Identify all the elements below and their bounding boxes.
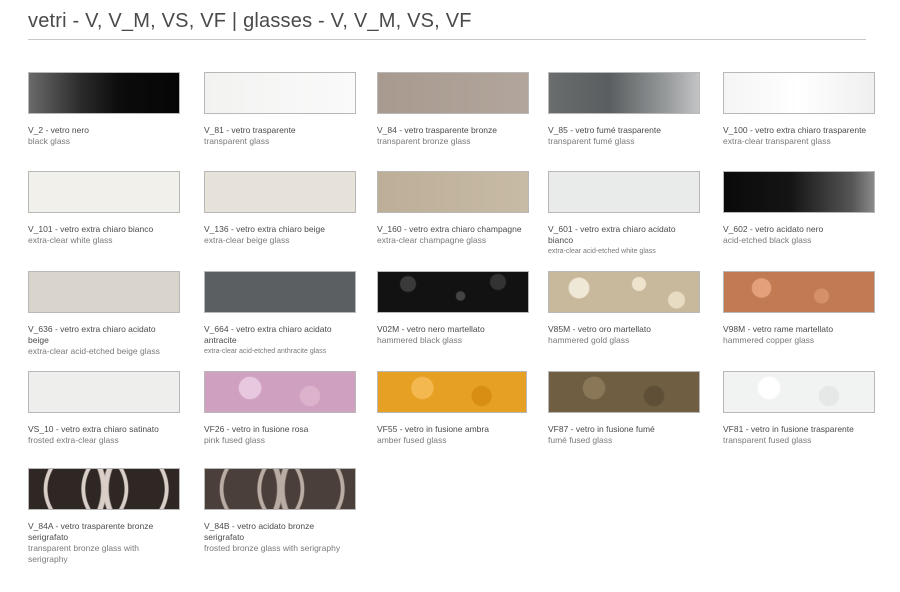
swatch-card: VF81 - vetro in fusione trasparente trans… [723, 371, 883, 446]
swatch-card: VF26 - vetro in fusione rosa pink fused g… [204, 371, 364, 446]
swatch-code-label: V_84 - vetro trasparente bronze [377, 125, 498, 135]
swatch-card: V_602 - vetro acidato nero acid-etched bl… [723, 171, 883, 246]
swatch-card: V_664 - vetro extra chiaro acidato antra… [204, 271, 364, 357]
swatch-grid: V_2 - vetro nero black glass V_81 - vetro … [0, 0, 900, 592]
swatch-code-label: V_136 - vetro extra chiaro beige [204, 224, 325, 234]
swatch-code-label: V_601 - vetro extra chiaro acidato bianc… [548, 224, 676, 245]
swatch-english-label: black glass [28, 136, 71, 146]
glass-swatch [377, 171, 529, 213]
swatch-code-label: V98M - vetro rame martellato [723, 324, 834, 334]
swatch-code-label: VF26 - vetro in fusione rosa [204, 424, 309, 434]
swatch-card: VS_10 - vetro extra chiaro satinato frost… [28, 371, 188, 446]
glass-swatch [204, 371, 356, 413]
glass-swatch [28, 468, 180, 510]
glass-swatch [28, 171, 180, 213]
swatch-english-label: extra-clear acid-etched beige glass [28, 346, 160, 356]
glass-swatch [548, 72, 700, 114]
glass-swatch [204, 171, 356, 213]
swatch-code-label: V_100 - vetro extra chiaro trasparente [723, 125, 867, 135]
swatch-english-label: transparent bronze glass [377, 136, 471, 146]
glass-swatch [723, 371, 875, 413]
swatch-card: V02M - vetro nero martellato hammered bla… [377, 271, 537, 346]
swatch-code-label: V_602 - vetro acidato nero [723, 224, 824, 234]
swatch-code-label: V_2 - vetro nero [28, 125, 89, 135]
swatch-english-label: transparent bronze glass with serigraphy [28, 543, 140, 564]
swatch-english-label: fumé fused glass [548, 435, 613, 445]
glass-swatch [723, 72, 875, 114]
swatch-card: V85M - vetro oro martellato hammered gold… [548, 271, 708, 346]
swatch-english-label: transparent glass [204, 136, 270, 146]
swatch-card: V_85 - vetro fumé trasparente transparent… [548, 72, 708, 147]
swatch-card: V_81 - vetro trasparente transparent glas… [204, 72, 364, 147]
glass-swatch [723, 171, 875, 213]
swatch-english-label: extra-clear transparent glass [723, 136, 831, 146]
swatch-code-label: VF87 - vetro in fusione fumé [548, 424, 655, 434]
swatch-card: V_2 - vetro nero black glass [28, 72, 188, 147]
swatch-english-label: extra-clear white glass [28, 235, 113, 245]
swatch-code-label: VS_10 - vetro extra chiaro satinato [28, 424, 159, 434]
swatch-card: VF55 - vetro in fusione ambra amber fused… [377, 371, 537, 446]
glass-swatch [28, 72, 180, 114]
glass-swatch [28, 371, 180, 413]
glass-swatch [204, 72, 356, 114]
swatch-card: V98M - vetro rame martellato hammered cop… [723, 271, 883, 346]
swatch-card: V_601 - vetro extra chiaro acidato bianc… [548, 171, 708, 257]
swatch-card: V_84 - vetro trasparente bronze transpare… [377, 72, 537, 147]
swatch-english-label: extra-clear champagne glass [377, 235, 487, 245]
swatch-english-label: hammered black glass [377, 335, 463, 345]
swatch-code-label: V_101 - vetro extra chiaro bianco [28, 224, 154, 234]
swatch-code-label: V_84A - vetro trasparente bronze serigra… [28, 521, 154, 542]
swatch-card: V_160 - vetro extra chiaro champagne extr… [377, 171, 537, 246]
swatch-card: VF87 - vetro in fusione fumé fumé fused g… [548, 371, 708, 446]
swatch-english-label: amber fused glass [377, 435, 447, 445]
glass-swatch [204, 468, 356, 510]
swatch-code-label: V_85 - vetro fumé trasparente [548, 125, 661, 135]
swatch-english-label: frosted extra-clear glass [28, 435, 119, 445]
swatch-english-label: hammered copper glass [723, 335, 815, 345]
swatch-card: V_136 - vetro extra chiaro beige extra-cl… [204, 171, 364, 246]
swatch-english-label: frosted bronze glass with serigraphy [204, 543, 341, 553]
swatch-english-label: extra-clear beige glass [204, 235, 290, 245]
swatch-english-label: hammered gold glass [548, 335, 630, 345]
glass-swatch [28, 271, 180, 313]
glass-swatch [548, 371, 700, 413]
swatch-code-label: V02M - vetro nero martellato [377, 324, 485, 334]
swatch-english-label: acid-etched black glass [723, 235, 812, 245]
swatch-code-label: V_160 - vetro extra chiaro champagne [377, 224, 522, 234]
swatch-english-label: transparent fumé glass [548, 136, 635, 146]
swatch-card: V_101 - vetro extra chiaro bianco extra-c… [28, 171, 188, 246]
swatch-code-label: V_81 - vetro trasparente [204, 125, 296, 135]
swatch-code-label: V_636 - vetro extra chiaro acidato beige [28, 324, 156, 345]
swatch-english-label: extra-clear acid-etched white glass [548, 248, 656, 255]
swatch-english-label: pink fused glass [204, 435, 265, 445]
glass-swatch [723, 271, 875, 313]
glass-swatch [377, 371, 527, 413]
swatch-english-label: extra-clear acid-etched anthracite glass [204, 348, 327, 355]
swatch-card: V_84B - vetro acidato bronze serigrafato… [204, 468, 364, 554]
swatch-code-label: V_664 - vetro extra chiaro acidato antra… [204, 324, 332, 345]
glass-swatch [204, 271, 356, 313]
glass-swatch [377, 72, 529, 114]
swatch-code-label: VF81 - vetro in fusione trasparente [723, 424, 854, 434]
swatch-code-label: VF55 - vetro in fusione ambra [377, 424, 489, 434]
glass-swatch [548, 171, 700, 213]
swatch-code-label: V85M - vetro oro martellato [548, 324, 651, 334]
swatch-card: V_636 - vetro extra chiaro acidato beige… [28, 271, 188, 357]
swatch-card: V_100 - vetro extra chiaro trasparente ex… [723, 72, 883, 147]
swatch-code-label: V_84B - vetro acidato bronze serigrafato [204, 521, 315, 542]
swatch-english-label: transparent fused glass [723, 435, 812, 445]
glass-swatch [548, 271, 700, 313]
swatch-card: V_84A - vetro trasparente bronze serigra… [28, 468, 188, 565]
glass-swatch [377, 271, 529, 313]
